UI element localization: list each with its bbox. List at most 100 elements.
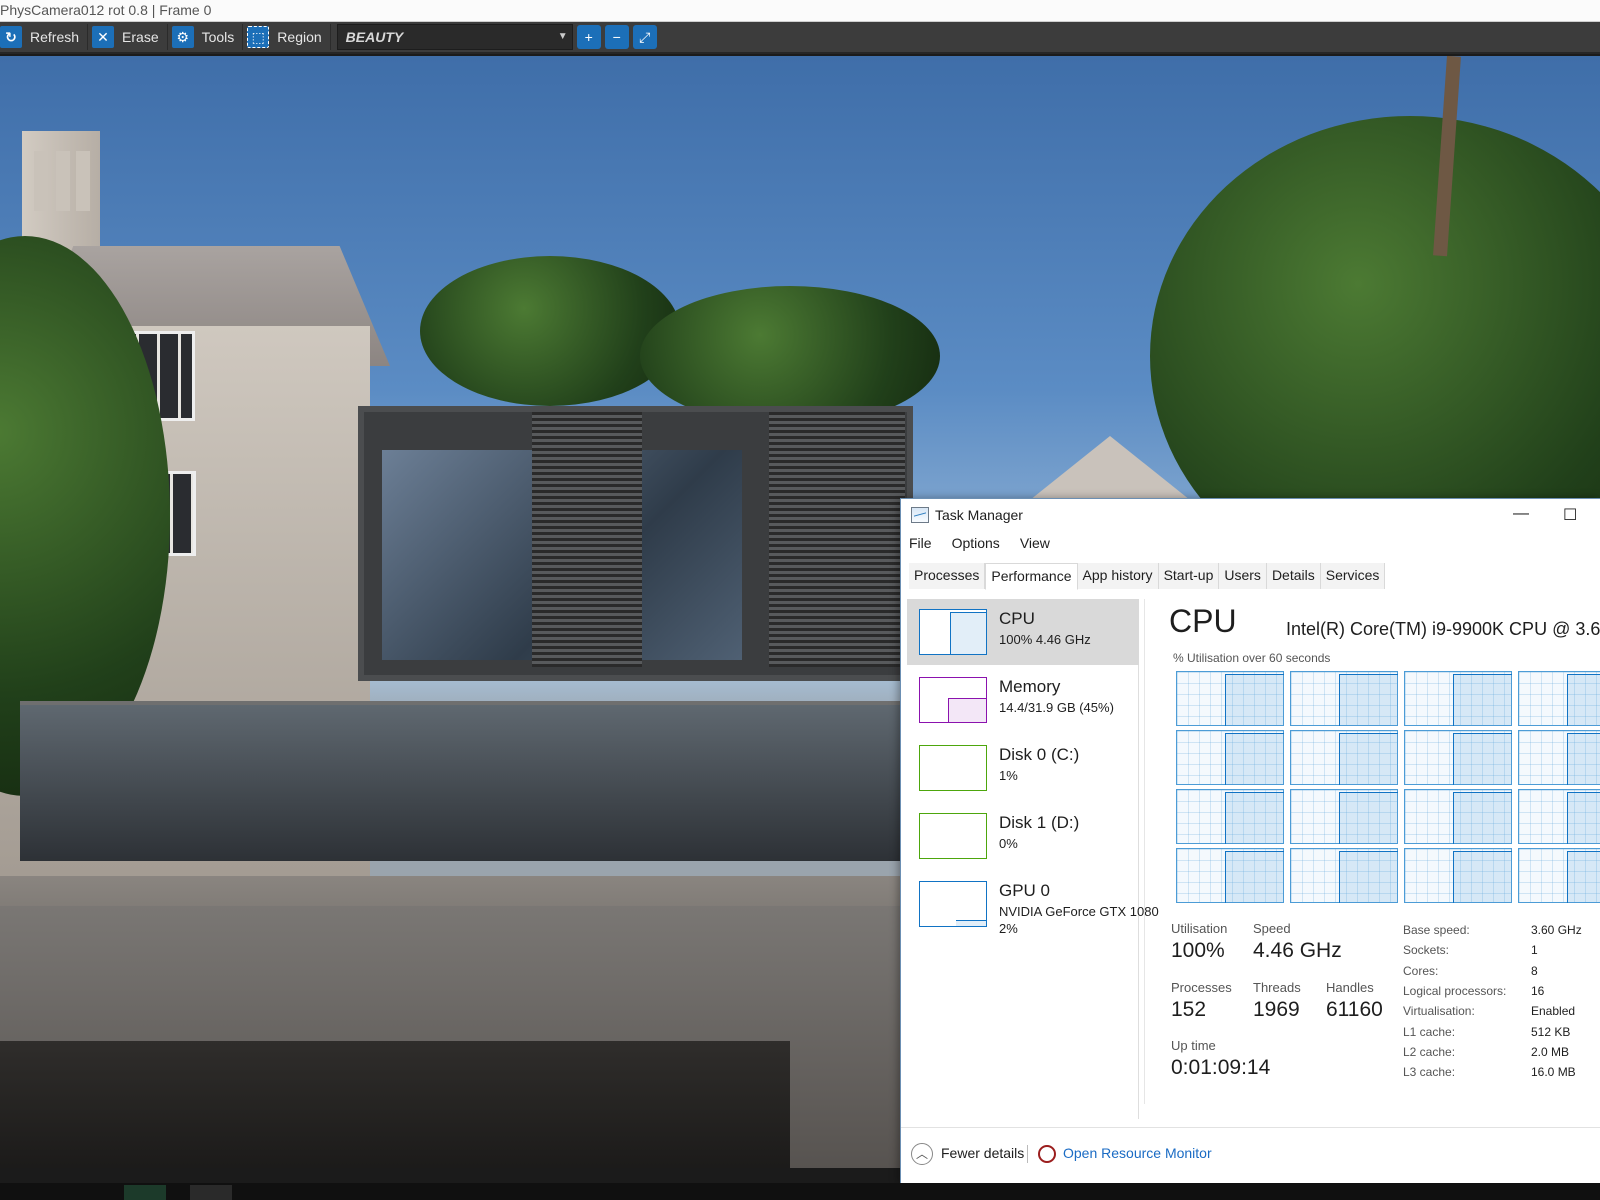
sidebar-item-cpu[interactable]: CPU 100% 4.46 GHz	[907, 599, 1139, 665]
zoom-fit-icon[interactable]: ⤢	[632, 25, 657, 49]
taskbar-app[interactable]	[124, 1185, 166, 1200]
disk-mini-graph	[919, 745, 987, 791]
tools-label: Tools	[201, 29, 235, 45]
minimize-icon[interactable]: —	[1513, 505, 1529, 523]
menu-options[interactable]: Options	[952, 535, 1000, 557]
refresh-button[interactable]: ↻ Refresh	[0, 24, 89, 50]
tab-users[interactable]: Users	[1219, 563, 1267, 589]
spec-label: L2 cache:	[1403, 1044, 1456, 1059]
threads-label: Threads	[1253, 980, 1301, 995]
erase-icon: ✕	[92, 26, 115, 48]
uptime-value: 0:01:09:14	[1171, 1056, 1271, 1079]
utilisation-fill	[1339, 792, 1398, 844]
performance-sidebar: CPU 100% 4.46 GHz Memory 14.4/31.9 GB (4…	[907, 599, 1159, 1119]
sidebar-item-gpu-0[interactable]: GPU 0 NVIDIA GeForce GTX 1080 2%	[907, 871, 1159, 937]
refresh-icon: ↻	[0, 26, 22, 48]
logical-processor-graph	[1290, 671, 1398, 726]
logical-processor-graph	[1404, 730, 1512, 785]
chevron-up-icon[interactable]: ︿	[911, 1143, 933, 1165]
sidebar-item-label: Disk 1 (D:)	[999, 813, 1080, 832]
zoom-out-icon[interactable]: −	[604, 25, 629, 49]
speed-label: Speed	[1253, 921, 1291, 936]
spec-value: 1	[1531, 943, 1538, 958]
tab-processes[interactable]: Processes	[909, 563, 986, 589]
sidebar-item-disk-0[interactable]: Disk 0 (C:) 1%	[907, 735, 1139, 801]
tree-foliage	[420, 256, 680, 406]
sidebar-item-disk-1[interactable]: Disk 1 (D:) 0%	[907, 803, 1139, 869]
spec-value: 16	[1531, 983, 1545, 998]
logical-processor-graph	[1404, 848, 1512, 903]
logical-processor-graph	[1176, 730, 1284, 785]
render-channel-select[interactable]: BEAUTY ▼	[336, 24, 573, 50]
open-resource-monitor-link[interactable]: Open Resource Monitor	[1063, 1145, 1212, 1161]
erase-label: Erase	[122, 29, 159, 45]
refresh-label: Refresh	[30, 29, 80, 45]
utilisation-fill	[1339, 674, 1398, 726]
tab-app-history[interactable]: App history	[1077, 563, 1159, 589]
tools-button[interactable]: ⚙ Tools	[171, 24, 244, 50]
utilisation-fill	[1567, 733, 1600, 785]
utilisation-fill	[1225, 733, 1284, 785]
maximize-icon[interactable]: ☐	[1563, 505, 1577, 525]
spec-label: L1 cache:	[1403, 1024, 1456, 1039]
logical-processor-graph	[1518, 730, 1600, 785]
logical-processor-graph	[1290, 848, 1398, 903]
logical-processor-graph	[1290, 789, 1398, 844]
logical-processor-graph	[1176, 789, 1284, 844]
taskbar	[0, 1183, 1600, 1200]
sidebar-item-memory[interactable]: Memory 14.4/31.9 GB (45%)	[907, 667, 1139, 733]
cpu-mini-graph	[919, 609, 987, 655]
task-manager-icon	[911, 507, 929, 523]
spec-value: 16.0 MB	[1531, 1065, 1576, 1080]
logical-processor-graph	[1176, 848, 1284, 903]
utilisation-fill	[1453, 792, 1512, 844]
logical-processor-graph	[1404, 671, 1512, 726]
gear-icon: ⚙	[171, 26, 194, 48]
menu-file[interactable]: File	[909, 535, 932, 557]
logical-processor-graphs	[1176, 671, 1600, 907]
utilisation-fill	[1339, 733, 1398, 785]
taskbar-app[interactable]	[190, 1185, 232, 1200]
utilisation-fill	[1339, 851, 1398, 903]
utilisation-fill	[1225, 851, 1284, 903]
utilisation-fill	[1453, 674, 1512, 726]
logical-processor-graph	[1404, 789, 1512, 844]
utilisation-fill	[1225, 792, 1284, 844]
render-window-title: PhysCamera012 rot 0.8 | Frame 0	[0, 0, 1600, 22]
spec-label: Base speed:	[1403, 923, 1470, 937]
fewer-details-button[interactable]: Fewer details	[941, 1145, 1024, 1161]
utilisation-value: 100%	[1171, 939, 1225, 962]
task-manager-window: Task Manager — ☐ File Options View Proce…	[900, 498, 1600, 1184]
desktop: PhysCamera012 rot 0.8 | Frame 0 ↻ Refres…	[0, 0, 1600, 1200]
tab-services[interactable]: Services	[1320, 563, 1386, 589]
processes-value: 152	[1171, 998, 1207, 1021]
render-channel-value: BEAUTY	[345, 29, 404, 45]
menu-bar: File Options View	[901, 535, 1062, 557]
spec-label: L3 cache:	[1403, 1065, 1456, 1080]
sidebar-item-label: Memory	[999, 677, 1061, 696]
resource-monitor-icon	[1038, 1145, 1056, 1163]
handles-value: 61160	[1326, 998, 1383, 1021]
tree-foliage	[640, 286, 940, 426]
region-label: Region	[277, 29, 322, 45]
task-manager-titlebar[interactable]: Task Manager — ☐	[901, 499, 1600, 531]
erase-button[interactable]: ✕ Erase	[92, 24, 168, 50]
tab-details[interactable]: Details	[1266, 563, 1321, 589]
gpu-usage: 2%	[999, 921, 1018, 936]
sidebar-item-label: CPU	[999, 609, 1035, 628]
menu-view[interactable]: View	[1020, 535, 1050, 557]
region-button[interactable]: ⬚ Region	[247, 24, 331, 50]
lower-opening	[0, 1041, 790, 1168]
spec-value: 3.60 GHz	[1531, 923, 1582, 937]
tab-performance[interactable]: Performance	[985, 563, 1078, 590]
spec-label: Sockets:	[1403, 943, 1450, 958]
spec-value: 512 KB	[1531, 1024, 1571, 1039]
zoom-in-icon[interactable]: +	[576, 25, 601, 49]
logical-processor-graph	[1518, 789, 1600, 844]
modern-extension	[358, 406, 913, 681]
logical-processor-graph	[1518, 848, 1600, 903]
utilisation-fill	[1453, 851, 1512, 903]
spec-label: Cores:	[1403, 963, 1439, 978]
logical-processor-graph	[1518, 671, 1600, 726]
tab-start-up[interactable]: Start-up	[1158, 563, 1220, 589]
